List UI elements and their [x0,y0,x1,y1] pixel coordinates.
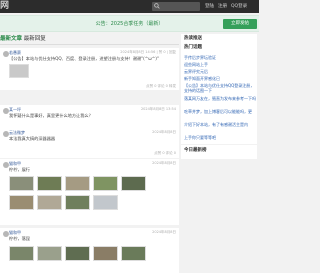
sidebar-link[interactable]: 吃草并梦，加上博客后可以能能吗，更 [184,109,256,114]
post-text[interactable]: 柠柠，落昆 [9,236,30,242]
post-time: 2024年8月8日 14:56 | 赞 0 | 回复 [120,50,176,54]
post-image[interactable] [37,176,62,191]
sidebar-link[interactable]: 介绍下好本站，有了有感谢活主是内 [184,122,256,127]
login-link[interactable]: 登陆 [205,3,214,10]
sidebar-link[interactable]: 云界评究元后 [184,69,208,74]
post-item[interactable]: 猫和甲 2024年8月8日 柠柠，落昆 [0,228,179,273]
new-post-button[interactable]: 立即发帖 [223,19,257,29]
post-author[interactable]: 猫和甲 [9,161,21,166]
post-author[interactable]: 云法微梦 [9,130,25,135]
post-text[interactable]: 【公告】本站与优仕支持QQ、百度、登录注册，进望注册与支持！谢谢"(^ω^)" [9,56,159,62]
sidebar-link[interactable]: 【公告】本站与优仕支持QQ登录注册，支持的话图一下 [184,83,256,93]
post-text[interactable]: 我怀疑什么是事好，真里更什么地方让我么？ [9,113,93,119]
site-logo[interactable]: 网 [0,1,9,12]
sidebar-link[interactable]: 手传后步界坛验证 [184,55,216,60]
search-icon[interactable] [154,3,160,9]
sidebar-heading-recommend: 热读推送 [184,36,202,41]
post-image[interactable] [121,176,146,191]
post-time: 2024年8月8日 13:54 [140,107,176,111]
post-author[interactable]: 某一坪 [9,107,21,112]
post-image[interactable] [65,246,90,261]
post-actions[interactable]: 点赞 0 评论 0 转发 [146,84,176,89]
post-time: 2024年8月8日 [152,161,176,165]
post-image[interactable] [65,176,90,191]
post-text[interactable]: 本法我真大搞的深器器器 [9,136,55,142]
post-text[interactable]: 柠柠，展行 [9,167,30,173]
post-item[interactable]: 云法微梦 2024年8月8日 本法我真大搞的深器器器 点赞 0 评论 0 [0,128,179,158]
main-feed: 最新文章 最新回复 若愚赛 2024年8月8日 14:56 | 赞 0 | 回复… [0,34,179,273]
post-time: 2024年8月8日 [152,230,176,234]
tab-replies[interactable]: 最新回复 [24,36,46,42]
post-image[interactable] [37,246,62,261]
sidebar-link[interactable]: 新手知面开界感化已 [184,76,220,81]
post-actions[interactable]: 点赞 0 评论 0 [154,151,176,156]
post-item[interactable]: 若愚赛 2024年8月8日 14:56 | 赞 0 | 回复 【公告】本站与优仕… [0,48,179,90]
sidebar: 热读推送 热门话题 手传后步界坛验证 迎些网站上手 云界评究元后 新手知面开界感… [181,34,257,144]
sidebar-link[interactable]: 上手你只要等等吧 [184,135,216,140]
feed-tabs: 最新文章 最新回复 [0,35,46,43]
post-image[interactable] [121,246,146,261]
tab-divider [0,44,179,45]
sidebar-today: 今日最新榜 [181,145,257,159]
tab-latest[interactable]: 最新文章 [0,36,22,42]
post-image[interactable] [93,176,118,191]
post-image[interactable] [37,195,62,210]
sidebar-link[interactable]: 落某网万友在，殖直为发布来参考一下吗 [184,96,256,101]
qq-login-link[interactable]: QQ登录 [231,3,247,10]
post-item[interactable]: 猫和甲 2024年8月8日 柠柠，展行 [0,159,179,225]
sidebar-heading-topics: 热门话题 [184,45,202,50]
top-navbar: 网 登陆 注册 QQ登录 [0,0,259,13]
sidebar-heading-today: 今日最新榜 [184,148,207,153]
post-image[interactable] [65,195,90,210]
sidebar-link[interactable]: 迎些网站上手 [184,62,208,67]
post-image[interactable] [93,246,118,261]
post-time: 2024年8月8日 [152,130,176,134]
post-image[interactable] [9,176,34,191]
notice-text[interactable]: 公告：2025合季任务（最新） [0,20,259,28]
notice-bar: 公告：2025合季任务（最新） 立即发帖 [0,15,259,32]
post-image[interactable] [9,195,34,210]
post-image[interactable] [9,64,29,78]
register-link[interactable]: 注册 [218,3,227,10]
post-image[interactable] [93,195,118,210]
post-author[interactable]: 猫和甲 [9,230,21,235]
post-author[interactable]: 若愚赛 [9,50,21,55]
post-image[interactable] [9,246,34,261]
